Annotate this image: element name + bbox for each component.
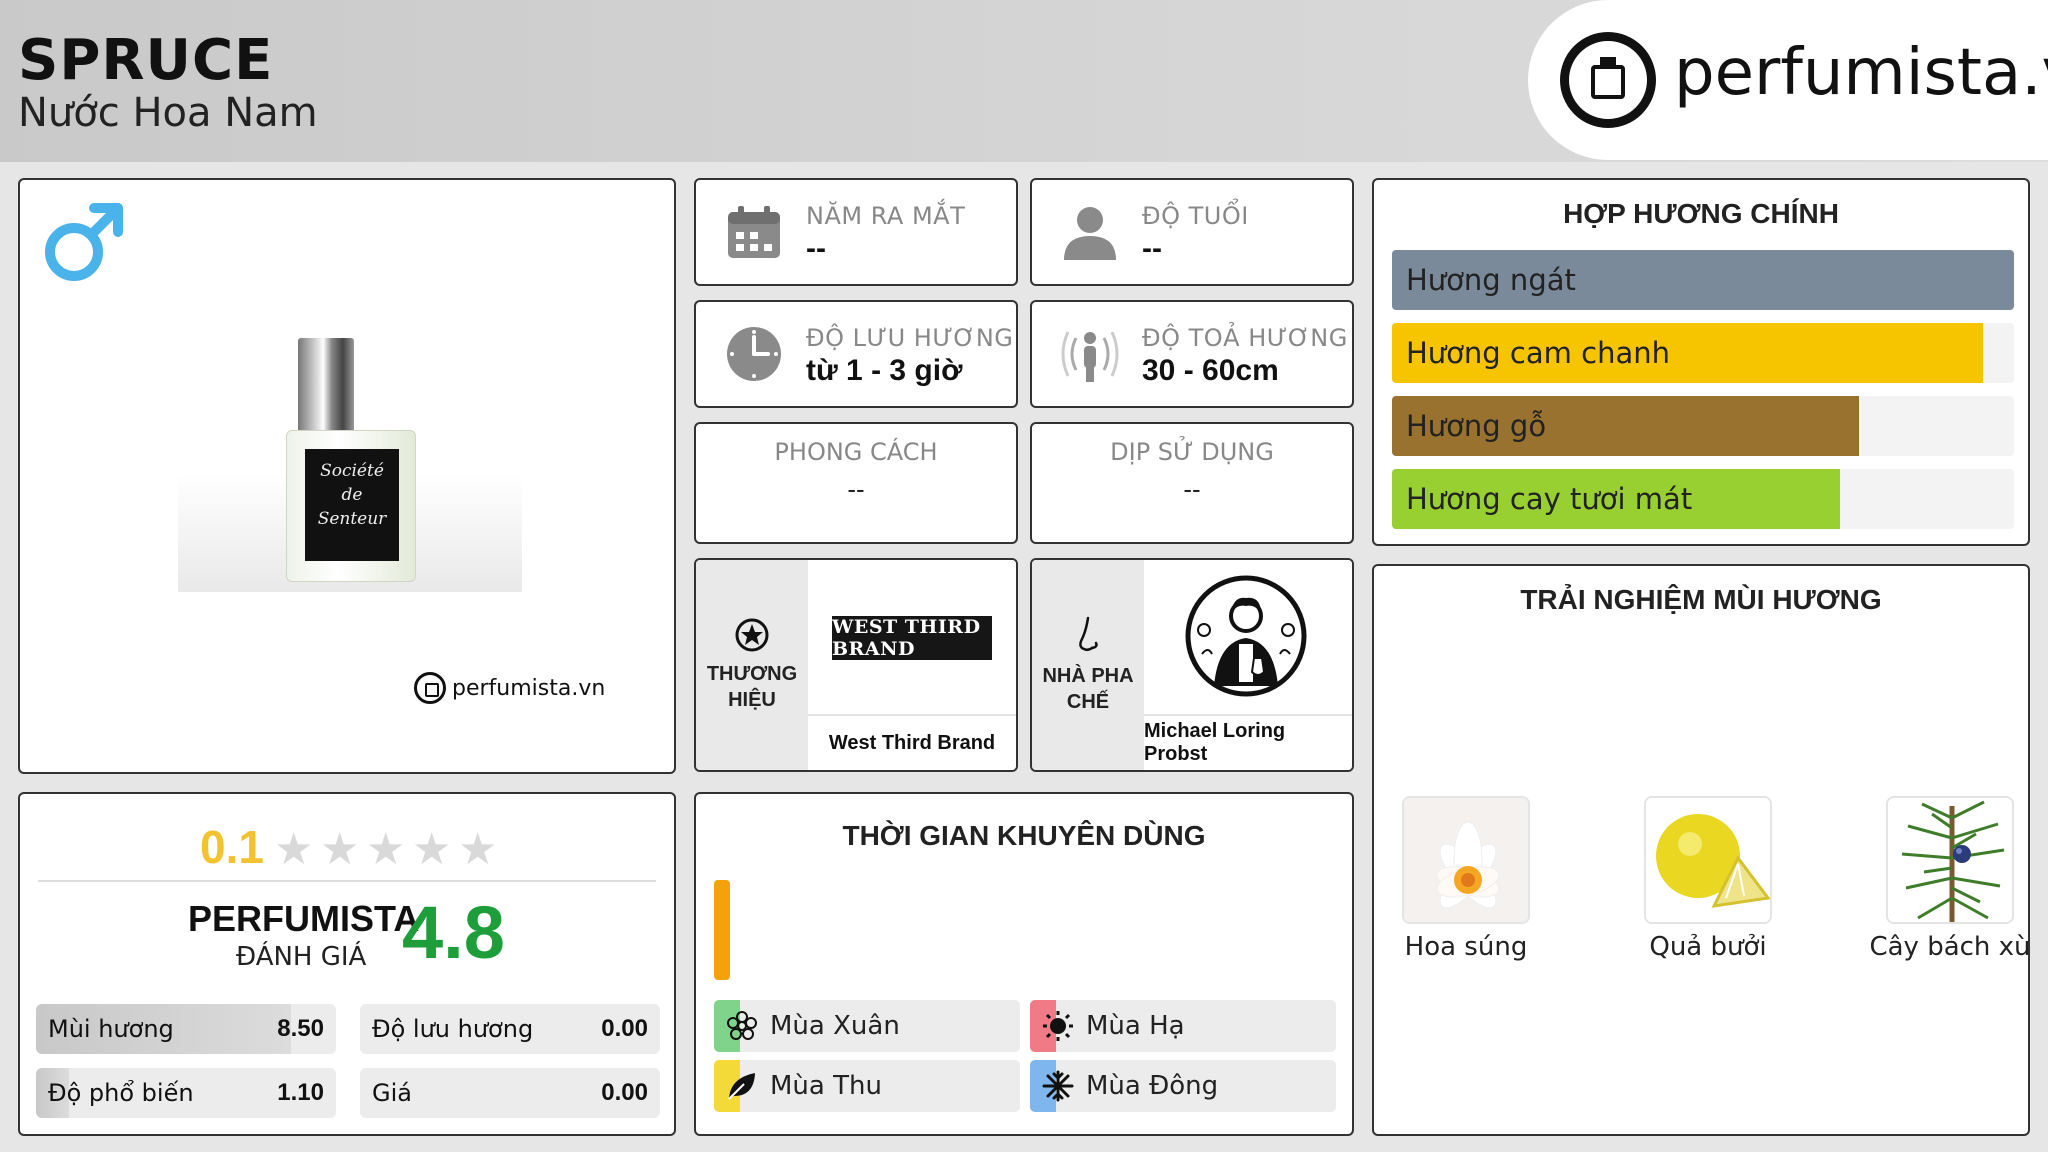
note-item[interactable]: Quả bưởi — [1642, 796, 1774, 962]
perfume-bottle-logo-icon — [1560, 32, 1656, 128]
age-value: -- — [1142, 232, 1162, 265]
flower-icon — [727, 1011, 757, 1040]
launch-year-card: NĂM RA MẮT -- — [694, 178, 1018, 286]
user-score: 0.1 — [200, 821, 264, 873]
leaf-icon — [728, 1073, 755, 1100]
product-category: Nước Hoa Nam — [18, 90, 318, 136]
note-name: Cây bách xù — [1869, 932, 2031, 962]
perfume-bottle-logo-icon — [414, 672, 446, 704]
notes-title: TRẢI NGHIỆM MÙI HƯƠNG — [1520, 584, 1882, 615]
perfumer-label-column: NHÀ PHA CHẾ — [1032, 560, 1144, 770]
site-logo-text: perfumista.vn — [1674, 36, 2048, 110]
star-icon[interactable]: ★ — [412, 828, 451, 872]
age-label: ĐỘ TUỔI — [1142, 202, 1249, 230]
accord-label: Hương cay tươi mát — [1406, 482, 1693, 516]
age-card: ĐỘ TUỔI -- — [1030, 178, 1354, 286]
male-symbol-icon — [45, 203, 123, 281]
product-name: SPRUCE — [18, 28, 274, 93]
accord-bar: Hương cam chanh — [1392, 323, 2014, 383]
style-label: PHONG CÁCH — [774, 438, 938, 466]
day-night-bar — [714, 880, 730, 980]
perfumista-sub-label: ĐÁNH GIÁ — [236, 942, 367, 972]
note-item[interactable]: Cây bách xù — [1869, 796, 2031, 962]
star-icon[interactable]: ★ — [458, 828, 497, 872]
perfumer-avatar-icon — [1185, 575, 1307, 697]
recommended-time-card: THỜI GIAN KHUYÊN DÙNG Mùa Xuân Mùa Hạ Mù… — [694, 792, 1354, 1136]
brand-logo-area: WEST THIRD BRAND — [808, 560, 1016, 714]
season-winter: Mùa Đông — [1030, 1060, 1336, 1112]
person-icon — [1064, 207, 1116, 260]
perfumista-label: PERFUMISTA — [188, 898, 420, 939]
site-logo[interactable]: perfumista.vn — [1528, 0, 2048, 160]
stat-scent: Mùi hương 8.50 — [36, 1004, 336, 1054]
header: SPRUCE Nước Hoa Nam perfumista.vn — [0, 0, 2048, 162]
accord-bar: Hương cay tươi mát — [1392, 469, 2014, 529]
accords-card: HỢP HƯƠNG CHÍNH Hương ngát Hương cam cha… — [1372, 178, 2030, 546]
nose-icon — [1079, 616, 1098, 652]
stat-price: Giá 0.00 — [360, 1068, 660, 1118]
accord-label: Hương ngát — [1406, 263, 1576, 297]
accord-bar: Hương ngát — [1392, 250, 2014, 310]
bottle-body: Société de Senteur — [286, 430, 416, 582]
note-name: Hoa súng — [1404, 932, 1528, 962]
star-icon[interactable]: ★ — [274, 828, 313, 872]
note-item[interactable]: Hoa súng — [1400, 796, 1532, 962]
longevity-label: ĐỘ LƯU HƯƠNG — [806, 324, 1014, 352]
brand-card[interactable]: THƯƠNG HIỆU WEST THIRD BRAND West Third … — [694, 558, 1018, 772]
star-icon[interactable]: ★ — [320, 828, 359, 872]
perfumer-name[interactable]: Michael Loring Probst — [1144, 714, 1352, 770]
launch-year-label: NĂM RA MẮT — [806, 202, 966, 230]
user-rating: 0.1 ★ ★ ★ ★ ★ — [20, 814, 674, 874]
product-photo: Société de Senteur — [178, 330, 522, 592]
season-autumn: Mùa Thu — [714, 1060, 1020, 1112]
notes-card: TRẢI NGHIỆM MÙI HƯƠNG Hoa súng Quả bưởi … — [1372, 564, 2031, 1136]
recommended-time-title: THỜI GIAN KHUYÊN DÙNG — [842, 820, 1206, 851]
pomelo-icon — [1644, 796, 1772, 924]
brand-label-column: THƯƠNG HIỆU — [696, 560, 808, 770]
accord-bar: Hương gỗ — [1392, 396, 2014, 456]
accords-title: HỢP HƯƠNG CHÍNH — [1563, 198, 1839, 229]
season-spring: Mùa Xuân — [714, 1000, 1020, 1052]
stat-longevity: Độ lưu hương 0.00 — [360, 1004, 660, 1054]
accord-label: Hương cam chanh — [1406, 336, 1670, 370]
clock-icon — [727, 327, 781, 381]
note-name: Quả bưởi — [1649, 932, 1767, 962]
sun-icon — [1043, 1011, 1073, 1041]
occasion-card: DỊP SỬ DỤNG -- — [1030, 422, 1354, 544]
season-summer: Mùa Hạ — [1030, 1000, 1336, 1052]
divider — [38, 880, 656, 882]
occasion-label: DỊP SỬ DỤNG — [1110, 438, 1274, 466]
photo-watermark: perfumista.vn — [414, 670, 605, 706]
snowflake-icon — [1042, 1070, 1074, 1102]
perfumer-card[interactable]: NHÀ PHA CHẾ Michael Loring Probst — [1030, 558, 1354, 772]
launch-year-value: -- — [806, 232, 826, 265]
bottle-cap — [298, 338, 354, 438]
longevity-card: ĐỘ LƯU HƯƠNG từ 1 - 3 giờ — [694, 300, 1018, 408]
calendar-icon — [728, 206, 780, 258]
stat-popularity: Độ phổ biến 1.10 — [36, 1068, 336, 1118]
brand-logo: WEST THIRD BRAND — [832, 616, 992, 660]
bottle-label: Société de Senteur — [305, 449, 399, 561]
sillage-value: 30 - 60cm — [1142, 354, 1279, 387]
star-icon[interactable]: ★ — [366, 828, 405, 872]
brand-name[interactable]: West Third Brand — [808, 714, 1016, 770]
juniper-icon — [1886, 796, 2014, 924]
occasion-value: -- — [1183, 474, 1201, 504]
product-image-card: Société de Senteur perfumista.vn — [18, 178, 676, 774]
star-badge-icon — [735, 618, 769, 652]
radiating-person-icon — [1061, 331, 1119, 382]
sillage-card: ĐỘ TOẢ HƯƠNG 30 - 60cm — [1030, 300, 1354, 408]
perfumer-photo-area — [1144, 560, 1352, 714]
style-card: PHONG CÁCH -- — [694, 422, 1018, 544]
rating-card: 0.1 ★ ★ ★ ★ ★ PERFUMISTA ĐÁNH GIÁ 4.8 Mùi hư… — [18, 792, 676, 1136]
water-lily-icon — [1402, 796, 1530, 924]
sillage-label: ĐỘ TOẢ HƯƠNG — [1142, 324, 1348, 352]
accord-label: Hương gỗ — [1406, 409, 1547, 443]
perfumista-score: 4.8 — [402, 891, 505, 974]
longevity-value: từ 1 - 3 giờ — [806, 354, 963, 387]
style-value: -- — [847, 474, 865, 504]
